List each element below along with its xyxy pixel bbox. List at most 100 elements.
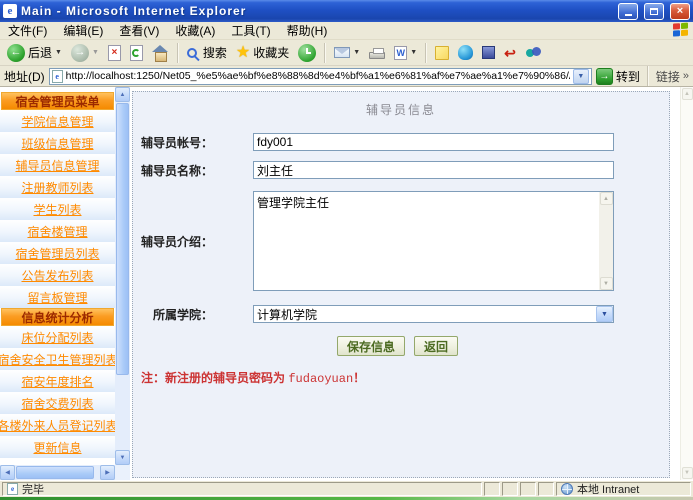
document-icon: e bbox=[7, 483, 18, 495]
address-input[interactable]: e http://localhost:1250/Net05_%e5%ae%bf%… bbox=[49, 68, 592, 85]
sidebar-item[interactable]: 学生列表 bbox=[0, 198, 115, 220]
sidebar-item[interactable]: 注册教师列表 bbox=[0, 176, 115, 198]
menu-bar: 文件(F)编辑(E)查看(V)收藏(A)工具(T)帮助(H) bbox=[0, 22, 693, 40]
scroll-down-icon[interactable]: ▼ bbox=[600, 277, 613, 290]
go-button[interactable]: → 转到 bbox=[596, 68, 640, 85]
restore-button[interactable] bbox=[644, 3, 664, 20]
menu-item[interactable]: 工具(T) bbox=[223, 22, 278, 39]
note-password: fudaoyuan bbox=[288, 372, 353, 386]
links-label: 链接 bbox=[656, 68, 680, 85]
menu-item[interactable]: 帮助(H) bbox=[279, 22, 336, 39]
menu-item[interactable]: 编辑(E) bbox=[55, 22, 111, 39]
address-dropdown-icon[interactable]: ▼ bbox=[573, 69, 589, 84]
sidebar-item[interactable]: 宿舍交费列表 bbox=[0, 392, 115, 414]
scroll-down-icon[interactable]: ▼ bbox=[115, 450, 130, 465]
scroll-up-icon[interactable]: ▲ bbox=[115, 87, 130, 102]
name-input[interactable] bbox=[253, 161, 614, 179]
favorites-star-icon: ★ bbox=[236, 45, 250, 61]
menu-bar-items: 文件(F)编辑(E)查看(V)收藏(A)工具(T)帮助(H) bbox=[0, 22, 673, 39]
scroll-down-icon[interactable]: ▼ bbox=[682, 467, 693, 479]
sidebar-item[interactable]: 各楼外来人员登记列表 bbox=[0, 414, 115, 436]
menu-item[interactable]: 收藏(A) bbox=[167, 22, 223, 39]
textarea-scrollbar: ▲ ▼ bbox=[599, 192, 613, 290]
plugin-button[interactable] bbox=[478, 41, 499, 65]
scrollbar-thumb[interactable] bbox=[116, 103, 129, 375]
forward-button[interactable]: → ▼ bbox=[67, 41, 103, 65]
college-label: 所属学院： bbox=[133, 306, 213, 323]
intro-textarea[interactable]: 管理学院主任 bbox=[253, 191, 614, 291]
sidebar-item[interactable]: 辅导员信息管理 bbox=[0, 154, 115, 176]
plugin-button[interactable]: ↩ bbox=[500, 41, 520, 65]
search-button[interactable]: 搜索 bbox=[183, 41, 231, 65]
search-label: 搜索 bbox=[203, 44, 227, 61]
menu-item[interactable]: 文件(F) bbox=[0, 22, 55, 39]
scroll-up-icon[interactable]: ▲ bbox=[682, 88, 693, 100]
sticky-note-icon bbox=[435, 46, 449, 60]
save-button[interactable]: 保存信息 bbox=[337, 336, 405, 356]
home-button[interactable] bbox=[148, 41, 173, 65]
blue-mascot-icon bbox=[458, 45, 473, 60]
sidebar-item[interactable]: 留言板管理 bbox=[0, 286, 115, 308]
edit-word-button[interactable]: W ▼ bbox=[390, 41, 421, 65]
note-suffix: ！ bbox=[353, 371, 365, 385]
menu-item[interactable]: 查看(V) bbox=[111, 22, 167, 39]
links-button[interactable]: 链接 » bbox=[656, 68, 689, 85]
sidebar-item[interactable]: 床位分配列表 bbox=[0, 326, 115, 348]
sidebar-item[interactable]: 公告发布列表 bbox=[0, 264, 115, 286]
account-input[interactable] bbox=[253, 133, 614, 151]
page-vertical-scrollbar[interactable]: ▲ ▼ bbox=[680, 87, 693, 480]
notes-plugin-button[interactable] bbox=[431, 41, 453, 65]
status-text: 完毕 bbox=[22, 481, 44, 497]
messenger-button[interactable] bbox=[521, 41, 545, 65]
stop-button[interactable]: × bbox=[104, 41, 125, 65]
scroll-up-icon[interactable]: ▲ bbox=[600, 192, 613, 205]
return-button[interactable]: 返回 bbox=[414, 336, 458, 356]
status-left-pane: e 完毕 bbox=[2, 482, 482, 496]
sidebar-item[interactable]: 宿舍楼管理 bbox=[0, 220, 115, 242]
college-select[interactable]: 计算机学院 ▼ bbox=[253, 305, 614, 323]
addressbar-separator bbox=[647, 66, 649, 86]
mail-dropdown-icon[interactable]: ▼ bbox=[353, 49, 360, 56]
go-label: 转到 bbox=[616, 68, 640, 85]
scroll-right-icon[interactable]: ▶ bbox=[100, 465, 115, 480]
plugin-button[interactable] bbox=[454, 41, 477, 65]
sidebar-item[interactable]: 宿舍管理员列表 bbox=[0, 242, 115, 264]
status-zone-pane: 本地 Intranet bbox=[556, 482, 691, 496]
sidebar-vertical-scrollbar[interactable]: ▲ ▼ bbox=[115, 87, 130, 465]
scrollbar-thumb[interactable] bbox=[16, 466, 94, 479]
ie-page-icon: e bbox=[3, 4, 17, 18]
sidebar-item[interactable]: 宿安年度排名 bbox=[0, 370, 115, 392]
note-prefix: 注：新注册的辅导员密码为 bbox=[141, 371, 288, 385]
go-arrow-icon: → bbox=[596, 68, 613, 85]
status-cell bbox=[502, 482, 518, 496]
chevron-down-icon[interactable]: ▼ bbox=[596, 306, 613, 322]
edit-dropdown-icon[interactable]: ▼ bbox=[410, 49, 417, 56]
print-button[interactable] bbox=[365, 41, 389, 65]
counselor-form: 辅导员信息 辅导员帐号： 辅导员名称： 辅导员介绍： 管理学院主任 bbox=[132, 91, 670, 478]
refresh-button[interactable] bbox=[126, 41, 147, 65]
sidebar-item[interactable]: 宿舍安全卫生管理列表 bbox=[0, 348, 115, 370]
toolbar-separator bbox=[324, 43, 326, 63]
address-url: http://localhost:1250/Net05_%e5%ae%bf%e8… bbox=[66, 70, 570, 82]
sidebar-item[interactable]: 班级信息管理 bbox=[0, 132, 115, 154]
intranet-globe-icon bbox=[561, 483, 573, 495]
mail-icon bbox=[334, 47, 350, 58]
links-chevron-icon: » bbox=[683, 70, 689, 82]
history-button[interactable] bbox=[294, 41, 320, 65]
favorites-button[interactable]: ★ 收藏夹 bbox=[232, 41, 293, 65]
scroll-left-icon[interactable]: ◀ bbox=[0, 465, 15, 480]
back-button[interactable]: ← 后退 ▼ bbox=[3, 41, 66, 65]
minimize-button[interactable] bbox=[618, 3, 638, 20]
status-bar: e 完毕 本地 Intranet bbox=[0, 480, 693, 497]
button-row: 保存信息 返回 bbox=[337, 336, 669, 356]
close-button[interactable]: × bbox=[670, 3, 690, 20]
forward-dropdown-icon[interactable]: ▼ bbox=[92, 49, 99, 56]
address-bar: 地址(D) e http://localhost:1250/Net05_%e5%… bbox=[0, 66, 693, 87]
mail-button[interactable]: ▼ bbox=[330, 41, 364, 65]
browser-window: e Main - Microsoft Internet Explorer × 文… bbox=[0, 0, 693, 500]
content-area: 宿舍管理员菜单学院信息管理班级信息管理辅导员信息管理注册教师列表学生列表宿舍楼管… bbox=[0, 87, 693, 480]
sidebar-item[interactable]: 学院信息管理 bbox=[0, 110, 115, 132]
back-dropdown-icon[interactable]: ▼ bbox=[55, 49, 62, 56]
sidebar-item[interactable]: 更新信息 bbox=[0, 436, 115, 458]
sidebar-horizontal-scrollbar[interactable]: ◀ ▶ bbox=[0, 465, 115, 480]
